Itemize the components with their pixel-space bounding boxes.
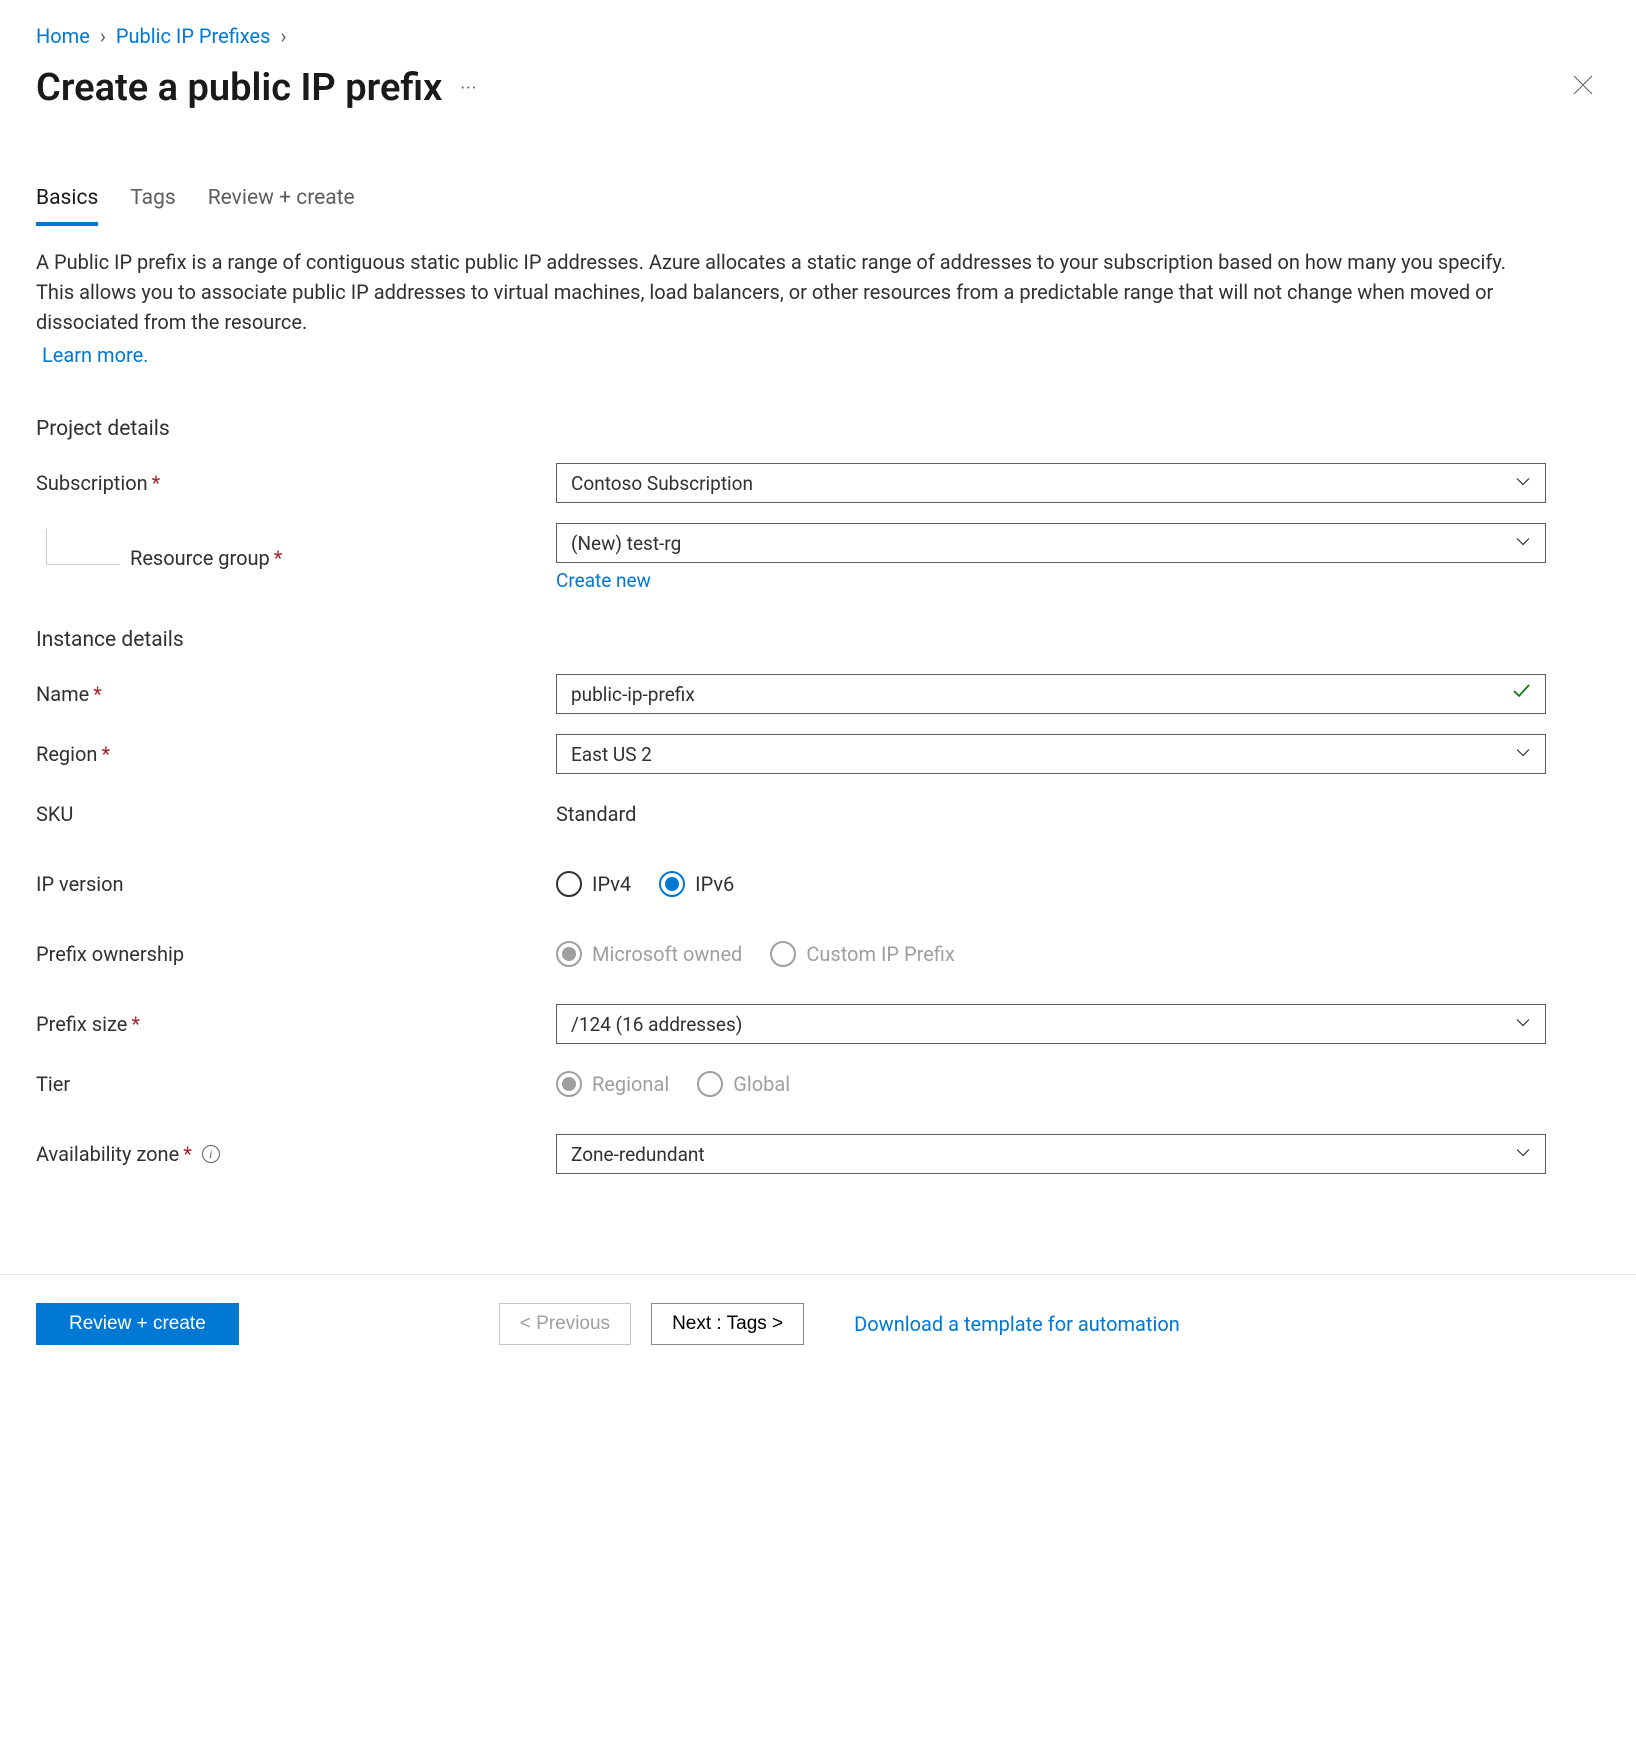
review-create-button[interactable]: Review + create [36,1303,239,1345]
info-icon[interactable]: i [202,1145,220,1163]
ownership-microsoft-radio: Microsoft owned [556,941,742,967]
radio-disabled-icon [770,941,796,967]
regional-label: Regional [592,1072,669,1096]
subscription-select[interactable]: Contoso Subscription [556,463,1546,503]
subscription-value: Contoso Subscription [571,472,753,495]
required-star: * [93,682,102,706]
radio-icon [556,871,582,897]
tier-global-radio: Global [697,1071,790,1097]
ip-version-ipv4-radio[interactable]: IPv4 [556,871,631,897]
more-menu-icon[interactable]: ··· [460,78,477,99]
chevron-down-icon [1515,1143,1531,1166]
page-title: Create a public IP prefix [36,66,442,110]
instance-details-heading: Instance details [36,628,1556,652]
project-details-heading: Project details [36,417,1556,441]
footer-bar: Review + create < Previous Next : Tags >… [0,1274,1636,1373]
create-new-link[interactable]: Create new [556,569,651,592]
chevron-down-icon [1515,472,1531,495]
ownership-custom-radio: Custom IP Prefix [770,941,954,967]
name-label: Name [36,682,89,706]
availability-zone-label: Availability zone [36,1142,179,1166]
breadcrumb: Home › Public IP Prefixes › [36,24,1600,48]
subscription-label: Subscription [36,471,148,495]
sku-value: Standard [556,802,636,826]
prefix-size-select[interactable]: /124 (16 addresses) [556,1004,1546,1044]
microsoft-owned-label: Microsoft owned [592,942,742,966]
download-template-link[interactable]: Download a template for automation [854,1312,1180,1336]
tier-regional-radio: Regional [556,1071,669,1097]
required-star: * [101,742,110,766]
required-star: * [152,471,161,495]
tab-review[interactable]: Review + create [208,180,355,226]
check-icon [1511,681,1531,707]
tab-basics[interactable]: Basics [36,180,98,226]
breadcrumb-home[interactable]: Home [36,24,90,48]
global-label: Global [733,1072,790,1096]
availability-zone-value: Zone-redundant [571,1143,705,1166]
radio-disabled-icon [697,1071,723,1097]
region-select[interactable]: East US 2 [556,734,1546,774]
learn-more-link[interactable]: Learn more. [42,343,148,367]
previous-button: < Previous [499,1303,631,1345]
prefix-size-value: /124 (16 addresses) [571,1013,742,1036]
chevron-down-icon [1515,532,1531,555]
chevron-right-icon: › [100,24,106,48]
availability-zone-select[interactable]: Zone-redundant [556,1134,1546,1174]
required-star: * [274,546,283,570]
next-button[interactable]: Next : Tags > [651,1303,804,1345]
prefix-ownership-label: Prefix ownership [36,942,184,966]
ip-version-ipv6-radio[interactable]: IPv6 [659,871,734,897]
close-icon[interactable] [1566,68,1600,108]
name-value: public-ip-prefix [571,683,695,706]
resource-group-label: Resource group [130,546,270,570]
chevron-down-icon [1515,1013,1531,1036]
required-star: * [183,1142,192,1166]
sku-label: SKU [36,802,73,826]
tab-bar: Basics Tags Review + create [36,180,1556,227]
resource-group-value: (New) test-rg [571,532,681,555]
radio-disabled-selected-icon [556,941,582,967]
tier-label: Tier [36,1072,70,1096]
name-input[interactable]: public-ip-prefix [556,674,1546,714]
chevron-down-icon [1515,743,1531,766]
breadcrumb-public-ip-prefixes[interactable]: Public IP Prefixes [116,24,271,48]
ip-version-label: IP version [36,872,124,896]
chevron-right-icon: › [280,24,286,48]
custom-ip-prefix-label: Custom IP Prefix [806,942,954,966]
region-value: East US 2 [571,743,652,766]
ipv6-label: IPv6 [695,872,734,896]
radio-selected-icon [659,871,685,897]
description-text: A Public IP prefix is a range of contigu… [36,247,1516,337]
prefix-size-label: Prefix size [36,1012,127,1036]
radio-disabled-selected-icon [556,1071,582,1097]
ipv4-label: IPv4 [592,872,631,896]
region-label: Region [36,742,97,766]
required-star: * [131,1012,140,1036]
tab-tags[interactable]: Tags [130,180,175,226]
resource-group-select[interactable]: (New) test-rg [556,523,1546,563]
